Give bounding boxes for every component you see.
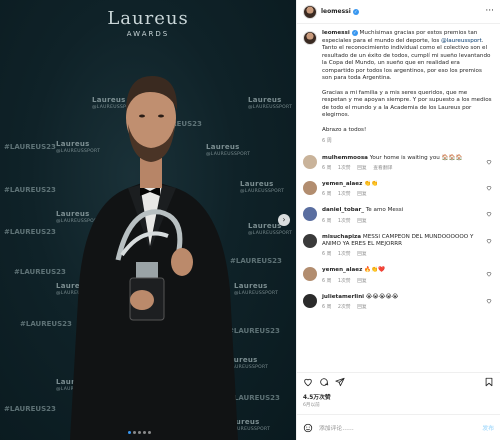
comments-scroll[interactable]: leomessi ✓ Muchísimas gracias por estos p… [297,24,500,370]
comment-likes[interactable]: 1次赞 [338,192,351,197]
carousel-dot [148,431,151,434]
post-date: 6月以前 [303,403,320,408]
heart-icon[interactable] [486,159,492,165]
comment-username[interactable]: misuchapiza [322,234,361,240]
comment-item: misuchapiza MESSI CAMPEON DEL MUNDOOOOOO… [303,233,494,259]
caption-text: . Tanto el reconocimiento individual com… [322,37,491,82]
comment-likes[interactable]: 1次赞 [338,219,351,224]
smile-icon[interactable] [303,423,313,433]
heart-icon[interactable] [486,298,492,304]
comment-text: Your home is waiting you 🏠🏠🏠 [369,154,463,161]
avatar[interactable] [303,233,317,248]
comment-text: 😭😭😭😭😭 [365,293,399,300]
post-photo[interactable]: Laureus AWARDS Laureus @LAUREUSSPORT Laur… [0,0,296,440]
carousel-dot [138,431,141,434]
comment-username[interactable]: daniel_tobar_ [322,207,364,213]
comment-time: 6 周 [322,218,332,224]
bookmark-icon[interactable] [484,377,494,387]
avatar[interactable] [303,31,317,45]
carousel-dot [143,431,146,434]
reply-button[interactable]: 回复 [357,305,367,310]
comment-likes[interactable]: 2次赞 [338,305,351,310]
heart-icon[interactable] [486,271,492,277]
reply-button[interactable]: 回复 [357,219,367,224]
caption-paragraph: Abrazo a todos! [322,126,367,133]
reply-button[interactable]: 回复 [357,252,367,257]
verified-badge-icon: ✓ [351,30,358,36]
comment-item: mulhemmoosa Your home is waiting you 🏠🏠🏠… [303,154,494,172]
comment-username[interactable]: julietamerlini [322,294,364,300]
avatar[interactable] [303,293,317,308]
translate-button[interactable]: 查看翻译 [373,166,392,171]
action-bar [297,372,500,390]
comment-input[interactable]: 添加评论…… [319,423,354,432]
caption: leomessi ✓ Muchísimas gracias por estos p… [303,30,494,146]
reply-button[interactable]: 回复 [357,166,367,171]
post-details-panel: leomessi ✓ ··· leomessi ✓ Muchísimas graci… [296,0,500,440]
heart-icon[interactable] [486,211,492,217]
carousel-dot [133,431,136,434]
caption-paragraph: Gracias a mi familia y a mis seres queri… [322,89,492,119]
comment-time: 6 周 [322,252,332,258]
likes-count[interactable]: 4.5万次赞 [303,392,331,401]
comment-time: 6 周 [322,278,332,284]
avatar[interactable] [303,4,317,19]
send-icon[interactable] [335,377,345,387]
comment-item: yemen_alaez 👏👏 6 周 1次赞 回复 [303,180,494,198]
comment-item: daniel_tobar_ Te amo Messi 6 周 1次赞 回复 [303,207,494,224]
heart-icon[interactable] [486,185,492,191]
carousel-dot [128,431,131,434]
comment-username[interactable]: yemen_alaez [322,181,362,187]
comment-username[interactable]: mulhemmoosa [322,155,368,161]
comment-time: 6 周 [322,304,332,310]
more-horizontal-icon[interactable]: ··· [485,7,494,16]
comment-likes[interactable]: 1次赞 [338,279,351,284]
comment-time: 6 周 [322,192,332,198]
avatar[interactable] [303,207,317,222]
comment-text: 🔥👏❤️ [364,267,386,274]
avatar[interactable] [303,180,317,195]
mention-link[interactable]: @laureussport [441,38,482,44]
comment-item: julietamerlini 😭😭😭😭😭 6 周 2次赞 回复 [303,293,494,311]
post-comment-button[interactable]: 发布 [482,423,494,432]
caption-paragraph: leomessi ✓ Muchísimas gracias por estos p… [322,30,492,83]
heart-icon[interactable] [303,377,313,387]
comment-time: 6 周 [322,165,332,171]
avatar[interactable] [303,154,317,169]
player-figure [70,76,238,440]
heart-icon[interactable] [486,238,492,244]
comment-username[interactable]: yemen_alaez [322,267,362,273]
comment-text: 👏👏 [364,180,379,187]
avatar[interactable] [303,267,317,282]
caption-time: 6 周 [322,138,332,144]
add-comment-bar: 添加评论…… 发布 [297,414,500,440]
caption-username[interactable]: leomessi [322,30,350,36]
verified-badge-icon: ✓ [352,9,359,15]
comment-likes[interactable]: 1次赞 [338,166,351,171]
post-header: leomessi ✓ ··· [297,0,500,24]
next-image-button[interactable]: › [278,214,290,226]
reply-button[interactable]: 回复 [357,279,367,284]
reply-button[interactable]: 回复 [357,192,367,197]
comment-item: yemen_alaez 🔥👏❤️ 6 周 1次赞 回复 [303,267,494,284]
comment-text: Te amo Messi [365,207,404,214]
header-username[interactable]: leomessi ✓ [321,8,359,15]
comment-icon[interactable] [319,377,329,387]
carousel-dots [128,431,151,434]
comment-likes[interactable]: 1次赞 [338,252,351,257]
